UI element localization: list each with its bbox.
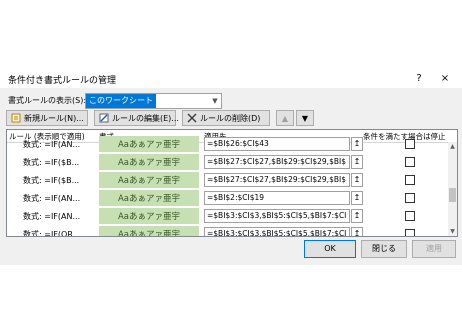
format-preview: Aaあぁアァ亜宇: [99, 154, 199, 170]
stop-if-true-checkbox[interactable]: [405, 229, 415, 236]
close-icon[interactable]: ×: [438, 72, 452, 86]
dialog-title: 条件付き書式ルールの管理: [8, 76, 117, 86]
rules-list[interactable]: ルール (表示順で適用) 書式 適用先 条件を満たす場合は停止 数式: =IF(…: [6, 129, 458, 237]
rule-formula: 数式: =IF(AN...: [23, 194, 81, 203]
ok-button[interactable]: OK: [304, 240, 356, 258]
applies-to-field[interactable]: =$BI$26:$CI$43: [204, 137, 350, 151]
applies-to-field[interactable]: =$BI$3:$CI$3,$BI$5:$CI$5,$BI$7:$CI: [204, 227, 350, 236]
range-picker-icon[interactable]: ↥: [351, 227, 363, 236]
table-row[interactable]: 数式: =IF(AN... Aaあぁアァ亜宇 =$BI$26:$CI$43 ↥: [7, 135, 447, 154]
format-preview: Aaあぁアァ亜宇: [99, 226, 199, 236]
format-preview: Aaあぁアァ亜宇: [99, 136, 199, 152]
applies-to-field[interactable]: =$BI$2:$CI$19: [204, 191, 350, 205]
applies-to-field[interactable]: =$BI$3:$CI$3,$BI$5:$CI$5,$BI$7:$CI: [204, 209, 350, 223]
chevron-down-icon[interactable]: ▼: [209, 94, 221, 108]
scroll-up-icon[interactable]: ▲: [448, 142, 457, 151]
format-preview: Aaあぁアァ亜宇: [99, 208, 199, 224]
range-picker-icon[interactable]: ↥: [351, 209, 363, 223]
rule-formula: 数式: =IF(AN...: [23, 212, 81, 221]
close-button[interactable]: 閉じる: [361, 240, 407, 258]
edit-rule-button[interactable]: ルールの編集(E)...: [94, 110, 179, 126]
edit-rule-icon: [99, 113, 109, 123]
rules-list-scrollbar[interactable]: ▲ ▼: [448, 142, 457, 236]
show-rules-dropdown[interactable]: このワークシート ▼: [85, 93, 222, 109]
format-preview: Aaあぁアァ亜宇: [99, 190, 199, 206]
rule-formula: 数式: =IF($B...: [23, 158, 80, 167]
new-rule-icon: [11, 113, 21, 123]
stop-if-true-checkbox[interactable]: [405, 139, 415, 149]
new-rule-label: 新規ルール(N)...: [24, 113, 84, 123]
new-rule-button[interactable]: 新規ルール(N)...: [6, 110, 88, 126]
apply-button[interactable]: 適用: [412, 240, 456, 258]
move-up-button[interactable]: ▲: [276, 110, 294, 126]
delete-rule-label: ルールの削除(D): [200, 113, 261, 123]
rule-formula: 数式: =IF(OR...: [23, 230, 81, 237]
applies-to-field[interactable]: =$BI$27:$CI$27,$BI$29:$CI$29,$BI$: [204, 173, 350, 187]
scroll-down-icon[interactable]: ▼: [448, 227, 457, 236]
move-down-button[interactable]: ▼: [296, 110, 314, 126]
delete-icon: [187, 113, 197, 123]
rule-formula: 数式: =IF($B...: [23, 176, 80, 185]
rule-formula: 数式: =IF(AN...: [23, 140, 81, 149]
table-row[interactable]: 数式: =IF($B... Aaあぁアァ亜宇 =$BI$27:$CI$27,$B…: [7, 153, 447, 172]
conditional-formatting-rules-manager-dialog: 条件付き書式ルールの管理 ? × 書式ルールの表示(S): このワークシート ▼…: [0, 70, 462, 265]
stop-if-true-checkbox[interactable]: [405, 157, 415, 167]
show-rules-selected: このワークシート: [86, 94, 156, 108]
range-picker-icon[interactable]: ↥: [351, 173, 363, 187]
table-row[interactable]: 数式: =IF(AN... Aaあぁアァ亜宇 =$BI$2:$CI$19 ↥: [7, 189, 447, 208]
delete-rule-button[interactable]: ルールの削除(D): [182, 110, 270, 126]
help-button[interactable]: ?: [412, 72, 426, 86]
table-row[interactable]: 数式: =IF(AN... Aaあぁアァ亜宇 =$BI$3:$CI$3,$BI$…: [7, 207, 447, 226]
range-picker-icon[interactable]: ↥: [351, 137, 363, 151]
stop-if-true-checkbox[interactable]: [405, 193, 415, 203]
range-picker-icon[interactable]: ↥: [351, 191, 363, 205]
edit-rule-label: ルールの編集(E)...: [112, 113, 179, 123]
stop-if-true-checkbox[interactable]: [405, 175, 415, 185]
format-preview: Aaあぁアァ亜宇: [99, 172, 199, 188]
show-rules-label: 書式ルールの表示(S):: [8, 96, 87, 105]
applies-to-field[interactable]: =$BI$27:$CI$27,$BI$29:$CI$29,$BI$: [204, 155, 350, 169]
scrollbar-thumb[interactable]: [449, 188, 456, 202]
title-bar: 条件付き書式ルールの管理 ? ×: [0, 70, 462, 88]
stop-if-true-checkbox[interactable]: [405, 211, 415, 221]
table-row[interactable]: 数式: =IF(OR... Aaあぁアァ亜宇 =$BI$3:$CI$3,$BI$…: [7, 225, 447, 237]
range-picker-icon[interactable]: ↥: [351, 155, 363, 169]
table-row[interactable]: 数式: =IF($B... Aaあぁアァ亜宇 =$BI$27:$CI$27,$B…: [7, 171, 447, 190]
